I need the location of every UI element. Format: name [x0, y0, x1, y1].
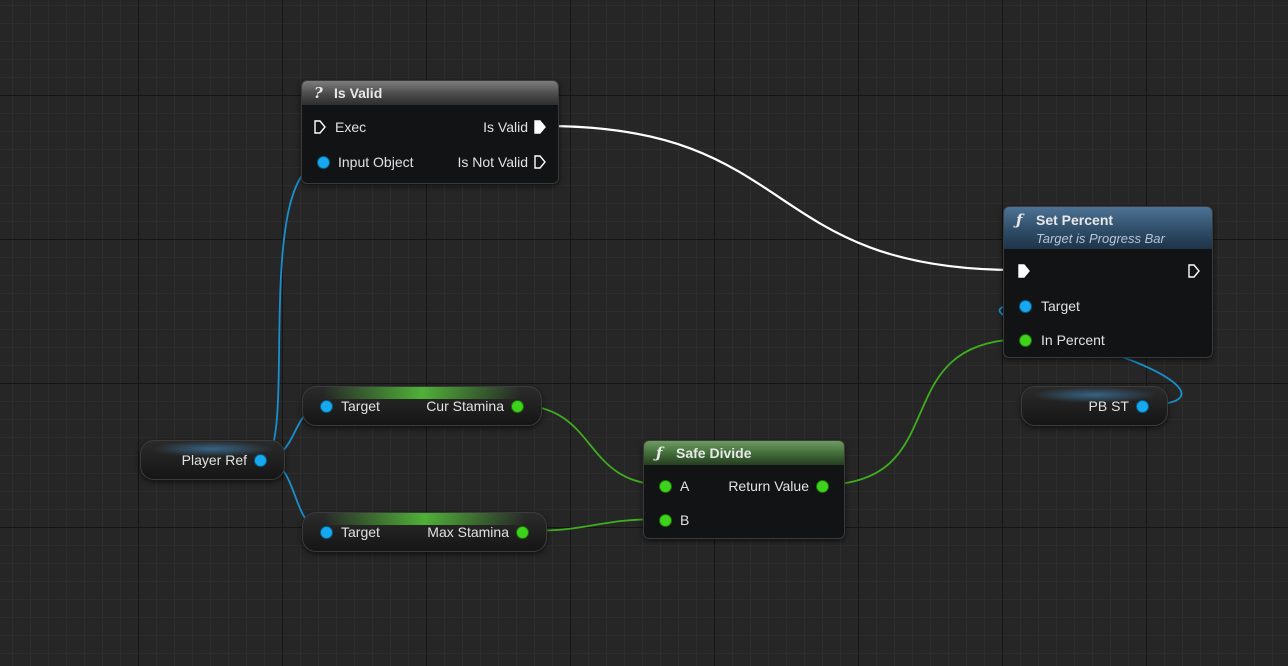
question-icon: ?	[314, 84, 323, 102]
pb-st-variable[interactable]: PB ST	[1021, 386, 1168, 426]
max-stamina-target-in[interactable]: Target	[321, 522, 380, 542]
max-stamina-label: Max Stamina	[427, 524, 509, 540]
exec-arrow-icon[interactable]	[534, 155, 546, 169]
object-pin-icon[interactable]	[321, 526, 332, 538]
set-percent-title: Set Percent	[1036, 211, 1114, 228]
get-cur-stamina-node[interactable]: Target Cur Stamina	[302, 386, 542, 426]
safe-divide-node[interactable]: ƒ Safe Divide A B Return Value	[643, 440, 845, 539]
set-percent-subtitle: Target is Progress Bar	[1036, 230, 1165, 246]
target-label: Target	[341, 398, 380, 414]
exec-wire	[545, 124, 1017, 272]
exec-label: Exec	[335, 119, 367, 135]
pb-st-label: PB ST	[1088, 398, 1129, 414]
float-pin-icon[interactable]	[660, 480, 671, 492]
object-pin-icon[interactable]	[255, 454, 266, 466]
player-ref-label: Player Ref	[181, 452, 247, 468]
cur-stamina-target-in[interactable]: Target	[321, 396, 380, 416]
a-label: A	[680, 478, 690, 494]
max-stamina-out[interactable]: Max Stamina	[427, 522, 528, 542]
exec-arrow-icon[interactable]	[314, 120, 326, 134]
set-percent-exec-in[interactable]	[1018, 261, 1030, 281]
is-not-valid-label: Is Not Valid	[457, 154, 528, 170]
function-icon: ƒ	[1016, 210, 1023, 229]
is-valid-object-in[interactable]: Input Object	[318, 152, 414, 172]
is-valid-header[interactable]: ? Is Valid	[302, 81, 558, 105]
cur-stamina-out[interactable]: Cur Stamina	[426, 396, 523, 416]
float-pin-icon[interactable]	[1020, 334, 1031, 346]
float-pin-icon[interactable]	[660, 514, 671, 526]
player-ref-variable[interactable]: Player Ref	[140, 440, 285, 480]
get-max-stamina-node[interactable]: Target Max Stamina	[302, 512, 547, 552]
is-valid-node[interactable]: ? Is Valid Exec Input Object Is Valid Is…	[301, 80, 559, 184]
pb-st-out[interactable]: PB ST	[1089, 396, 1148, 416]
exec-arrow-icon[interactable]	[1018, 264, 1030, 278]
target-label: Target	[341, 524, 380, 540]
target-label: Target	[1041, 298, 1080, 314]
is-valid-exec-in[interactable]: Exec	[314, 117, 366, 137]
cur-stamina-label: Cur Stamina	[426, 398, 504, 414]
set-percent-node[interactable]: ƒ Set Percent Target is Progress Bar Tar…	[1003, 206, 1213, 358]
object-pin-icon[interactable]	[1137, 400, 1148, 412]
set-percent-percent-in[interactable]: In Percent	[1020, 330, 1105, 350]
float-pin-icon[interactable]	[517, 526, 528, 538]
float-pin-icon[interactable]	[512, 400, 523, 412]
set-percent-header[interactable]: ƒ Set Percent Target is Progress Bar	[1004, 207, 1212, 249]
player-ref-out[interactable]: Player Ref	[182, 450, 266, 470]
object-pin-icon[interactable]	[1020, 300, 1031, 312]
float-pin-icon[interactable]	[817, 480, 828, 492]
exec-arrow-icon[interactable]	[534, 120, 546, 134]
b-label: B	[680, 512, 690, 528]
float-wire-ret-to-percent	[819, 338, 1027, 486]
input-object-label: Input Object	[338, 154, 414, 170]
safe-divide-a-in[interactable]: A	[660, 476, 689, 496]
is-valid-out-label: Is Valid	[483, 119, 528, 135]
function-icon: ƒ	[656, 444, 663, 462]
return-value-label: Return Value	[728, 478, 809, 494]
object-pin-icon[interactable]	[318, 156, 329, 168]
safe-divide-return-out[interactable]: Return Value	[728, 476, 828, 496]
is-valid-out-valid[interactable]: Is Valid	[483, 117, 546, 137]
is-valid-out-not-valid[interactable]: Is Not Valid	[457, 152, 546, 172]
set-percent-exec-out[interactable]	[1188, 261, 1200, 281]
safe-divide-header[interactable]: ƒ Safe Divide	[644, 441, 844, 465]
object-pin-icon[interactable]	[321, 400, 332, 412]
exec-arrow-icon[interactable]	[1188, 264, 1200, 278]
set-percent-target-in[interactable]: Target	[1020, 296, 1080, 316]
in-percent-label: In Percent	[1041, 332, 1105, 348]
safe-divide-b-in[interactable]: B	[660, 510, 689, 530]
is-valid-title: Is Valid	[334, 85, 383, 101]
safe-divide-title: Safe Divide	[676, 445, 752, 461]
